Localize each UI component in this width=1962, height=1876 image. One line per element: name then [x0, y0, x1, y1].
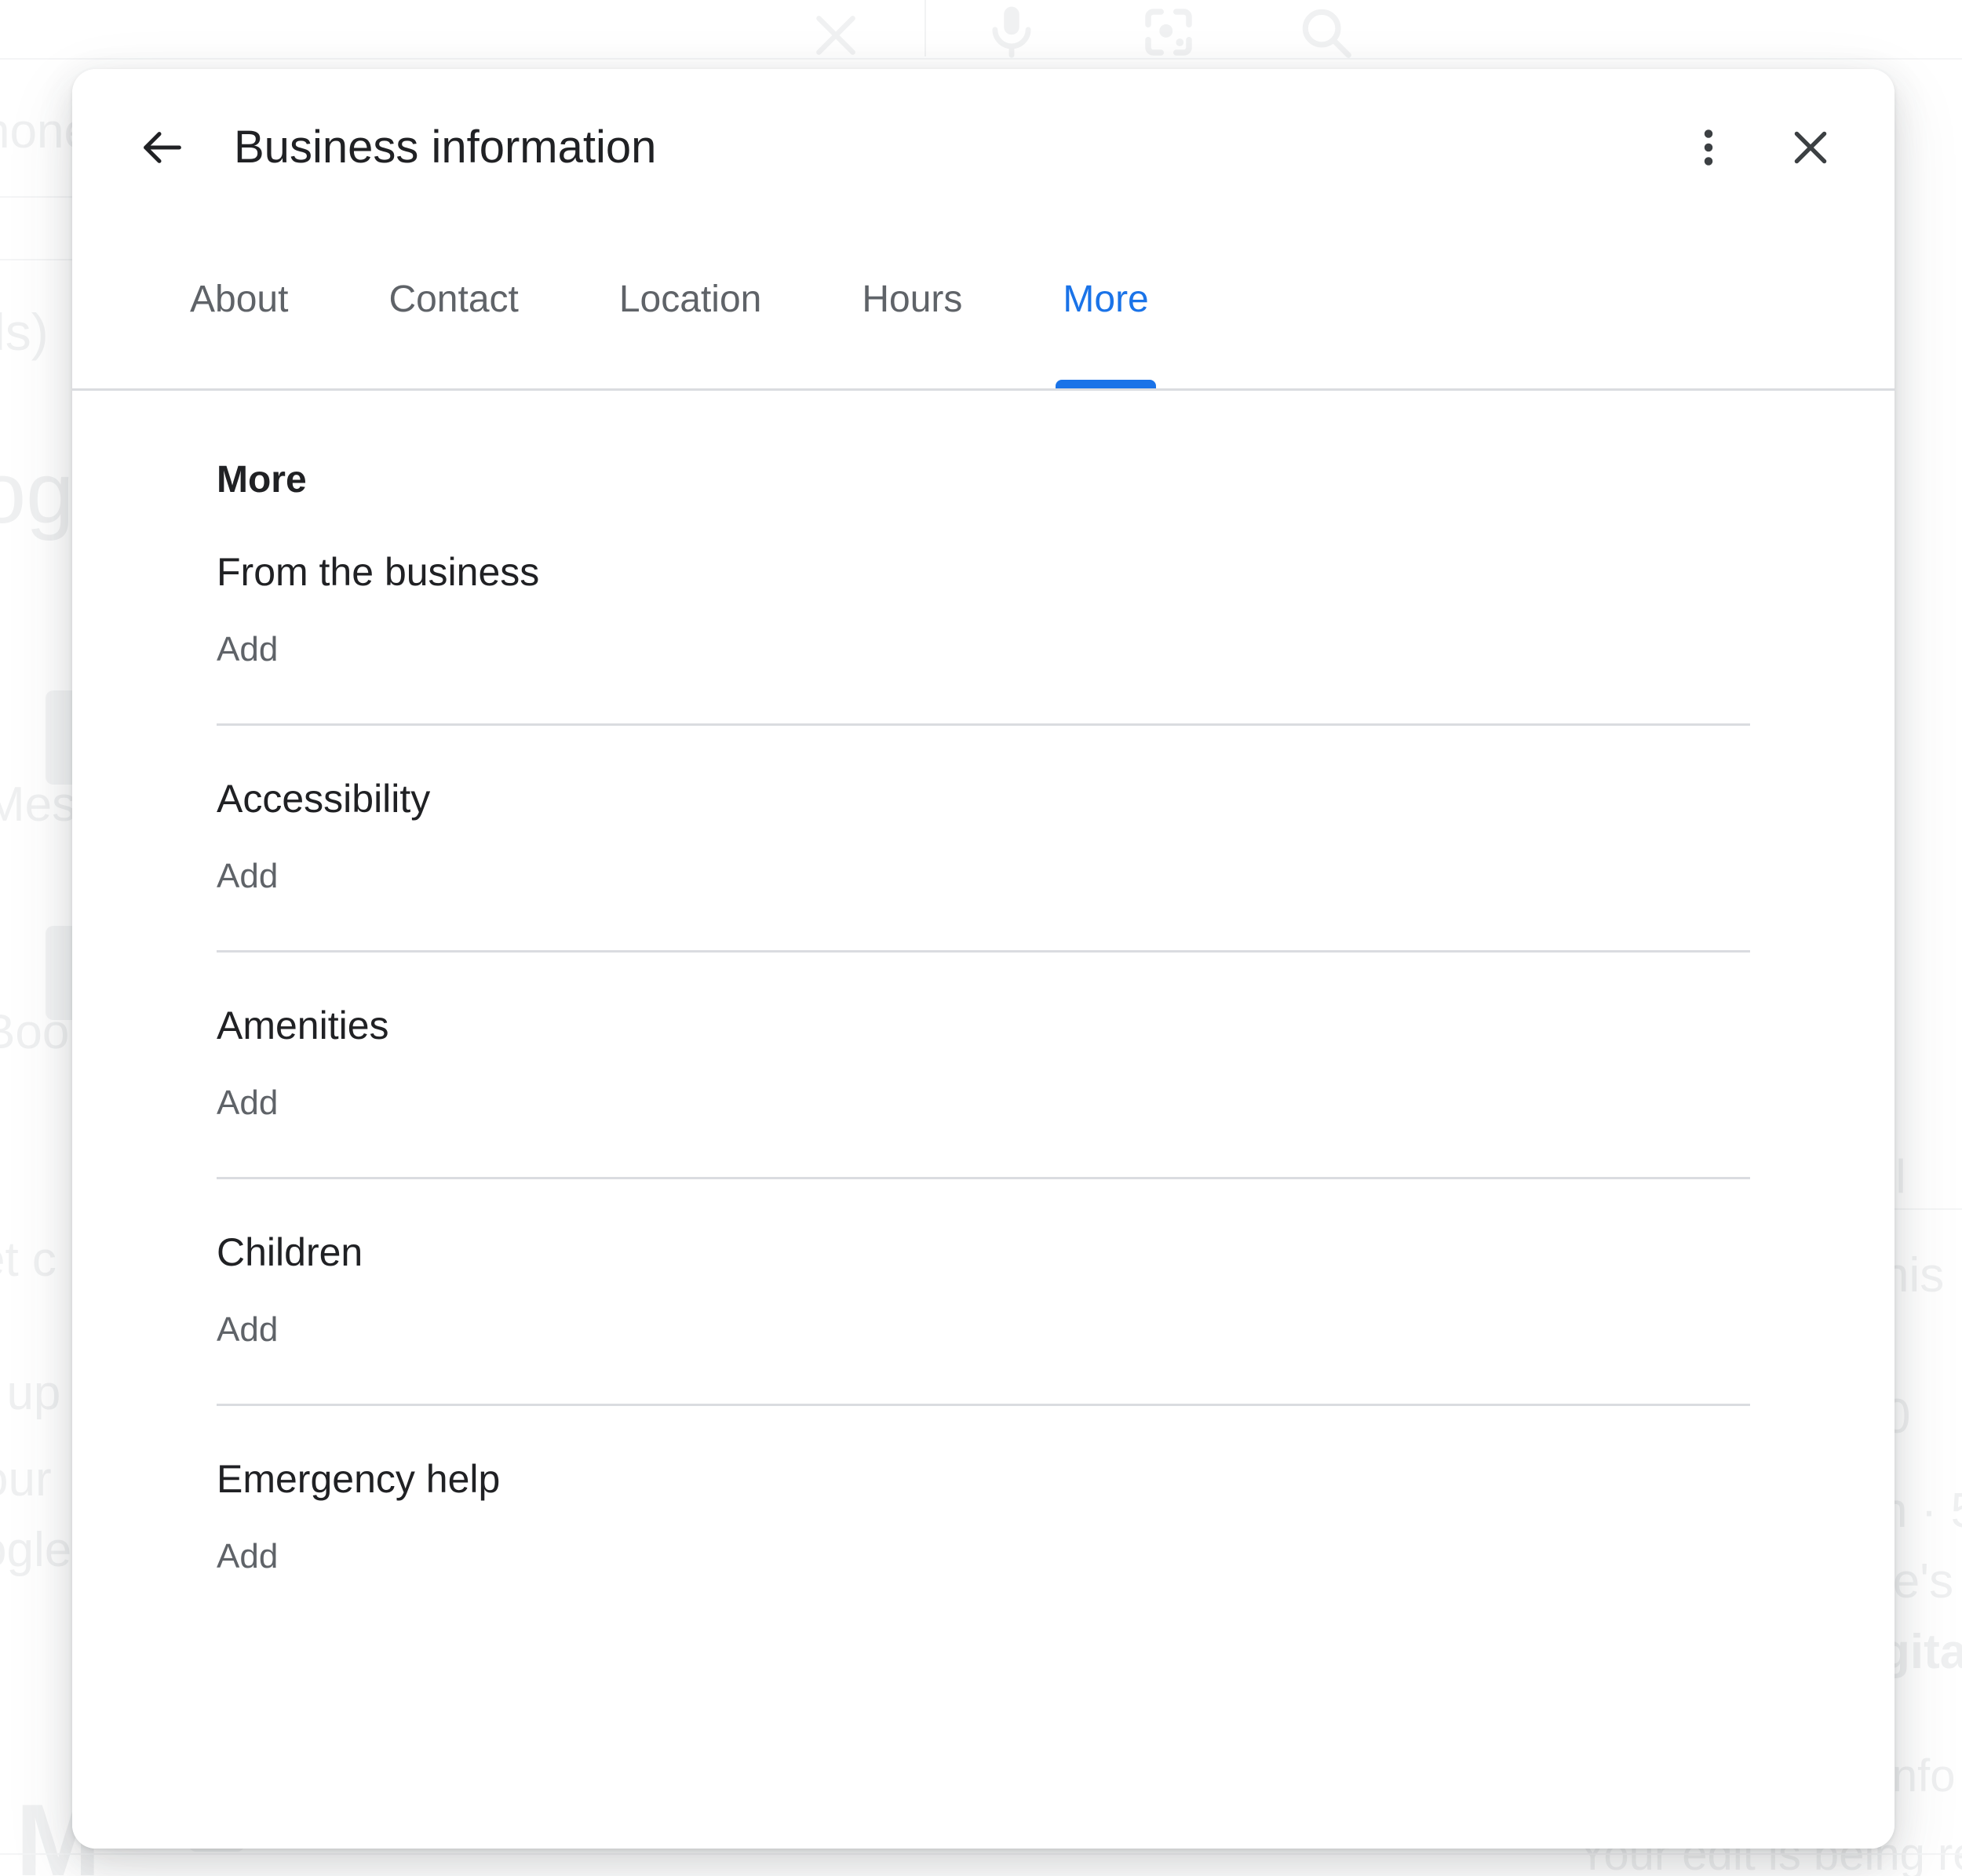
more-vert-icon	[1685, 124, 1732, 171]
overflow-menu-button[interactable]	[1665, 104, 1752, 191]
row-label: Amenities	[217, 1004, 389, 1047]
section-title: More	[217, 459, 307, 501]
info-row-children[interactable]: Children Add	[72, 1179, 1895, 1404]
tab-label: More	[1063, 279, 1149, 320]
row-add-action[interactable]: Add	[217, 1272, 1750, 1404]
close-button[interactable]	[1767, 104, 1854, 191]
background-text: Mes	[0, 778, 77, 832]
info-row-list: From the business Add Accessibility Add …	[72, 499, 1895, 1630]
back-arrow-icon	[137, 122, 188, 173]
tab-more[interactable]: More	[1056, 279, 1157, 391]
info-row-from-the-business[interactable]: From the business Add	[72, 499, 1895, 723]
background-text: our	[0, 1452, 52, 1506]
back-button[interactable]	[119, 104, 206, 191]
dialog-title-bar: Business information	[72, 69, 1895, 226]
background-text: t up	[0, 1366, 61, 1420]
tab-label: Hours	[862, 279, 963, 320]
dialog-content: More From the business Add Accessibility…	[72, 391, 1895, 1849]
dialog-title: Business information	[234, 122, 657, 173]
row-label: From the business	[217, 550, 540, 594]
row-label: Children	[217, 1230, 363, 1274]
info-row-emergency-help[interactable]: Emergency help Add	[72, 1406, 1895, 1630]
tab-label: Location	[618, 279, 762, 320]
tab-label: About	[190, 279, 289, 320]
background-rule	[1884, 1208, 1962, 1210]
row-label: Emergency help	[217, 1457, 501, 1501]
background-rule	[0, 58, 1962, 60]
info-row-amenities[interactable]: Amenities Add	[72, 953, 1895, 1177]
background-rule	[0, 1853, 1962, 1855]
background-microphone-icon	[981, 2, 1042, 67]
background-search-divider	[924, 0, 926, 56]
background-text: Boo	[0, 1005, 70, 1059]
background-text: ogle	[0, 1523, 72, 1577]
tab-bar: About Contact Location Hours More	[72, 226, 1895, 391]
row-label: Accessibility	[217, 777, 431, 821]
screen: hone ds) ogl Mes Boo et c t up our ogle …	[0, 0, 1962, 1876]
tab-hours[interactable]: Hours	[862, 281, 962, 391]
row-add-action[interactable]: Add	[217, 592, 1750, 723]
background-text: ds)	[0, 303, 49, 361]
close-icon	[1786, 123, 1835, 172]
dialog-header: Business information About Contact Locat…	[72, 69, 1895, 391]
tab-contact[interactable]: Contact	[388, 281, 518, 391]
background-text: et c	[0, 1233, 57, 1287]
row-add-action[interactable]: Add	[217, 818, 1750, 950]
info-row-accessibility[interactable]: Accessibility Add	[72, 726, 1895, 950]
row-add-action[interactable]: Add	[217, 1045, 1750, 1177]
background-lens-icon	[1138, 2, 1199, 67]
row-add-action[interactable]: Add	[217, 1499, 1750, 1630]
header-divider	[72, 388, 1895, 391]
tab-about[interactable]: About	[190, 281, 288, 391]
tab-label: Contact	[388, 279, 519, 320]
tab-location[interactable]: Location	[619, 281, 761, 391]
background-search-icon	[1295, 2, 1356, 67]
business-information-dialog: Business information About Contact Locat…	[72, 69, 1895, 1849]
